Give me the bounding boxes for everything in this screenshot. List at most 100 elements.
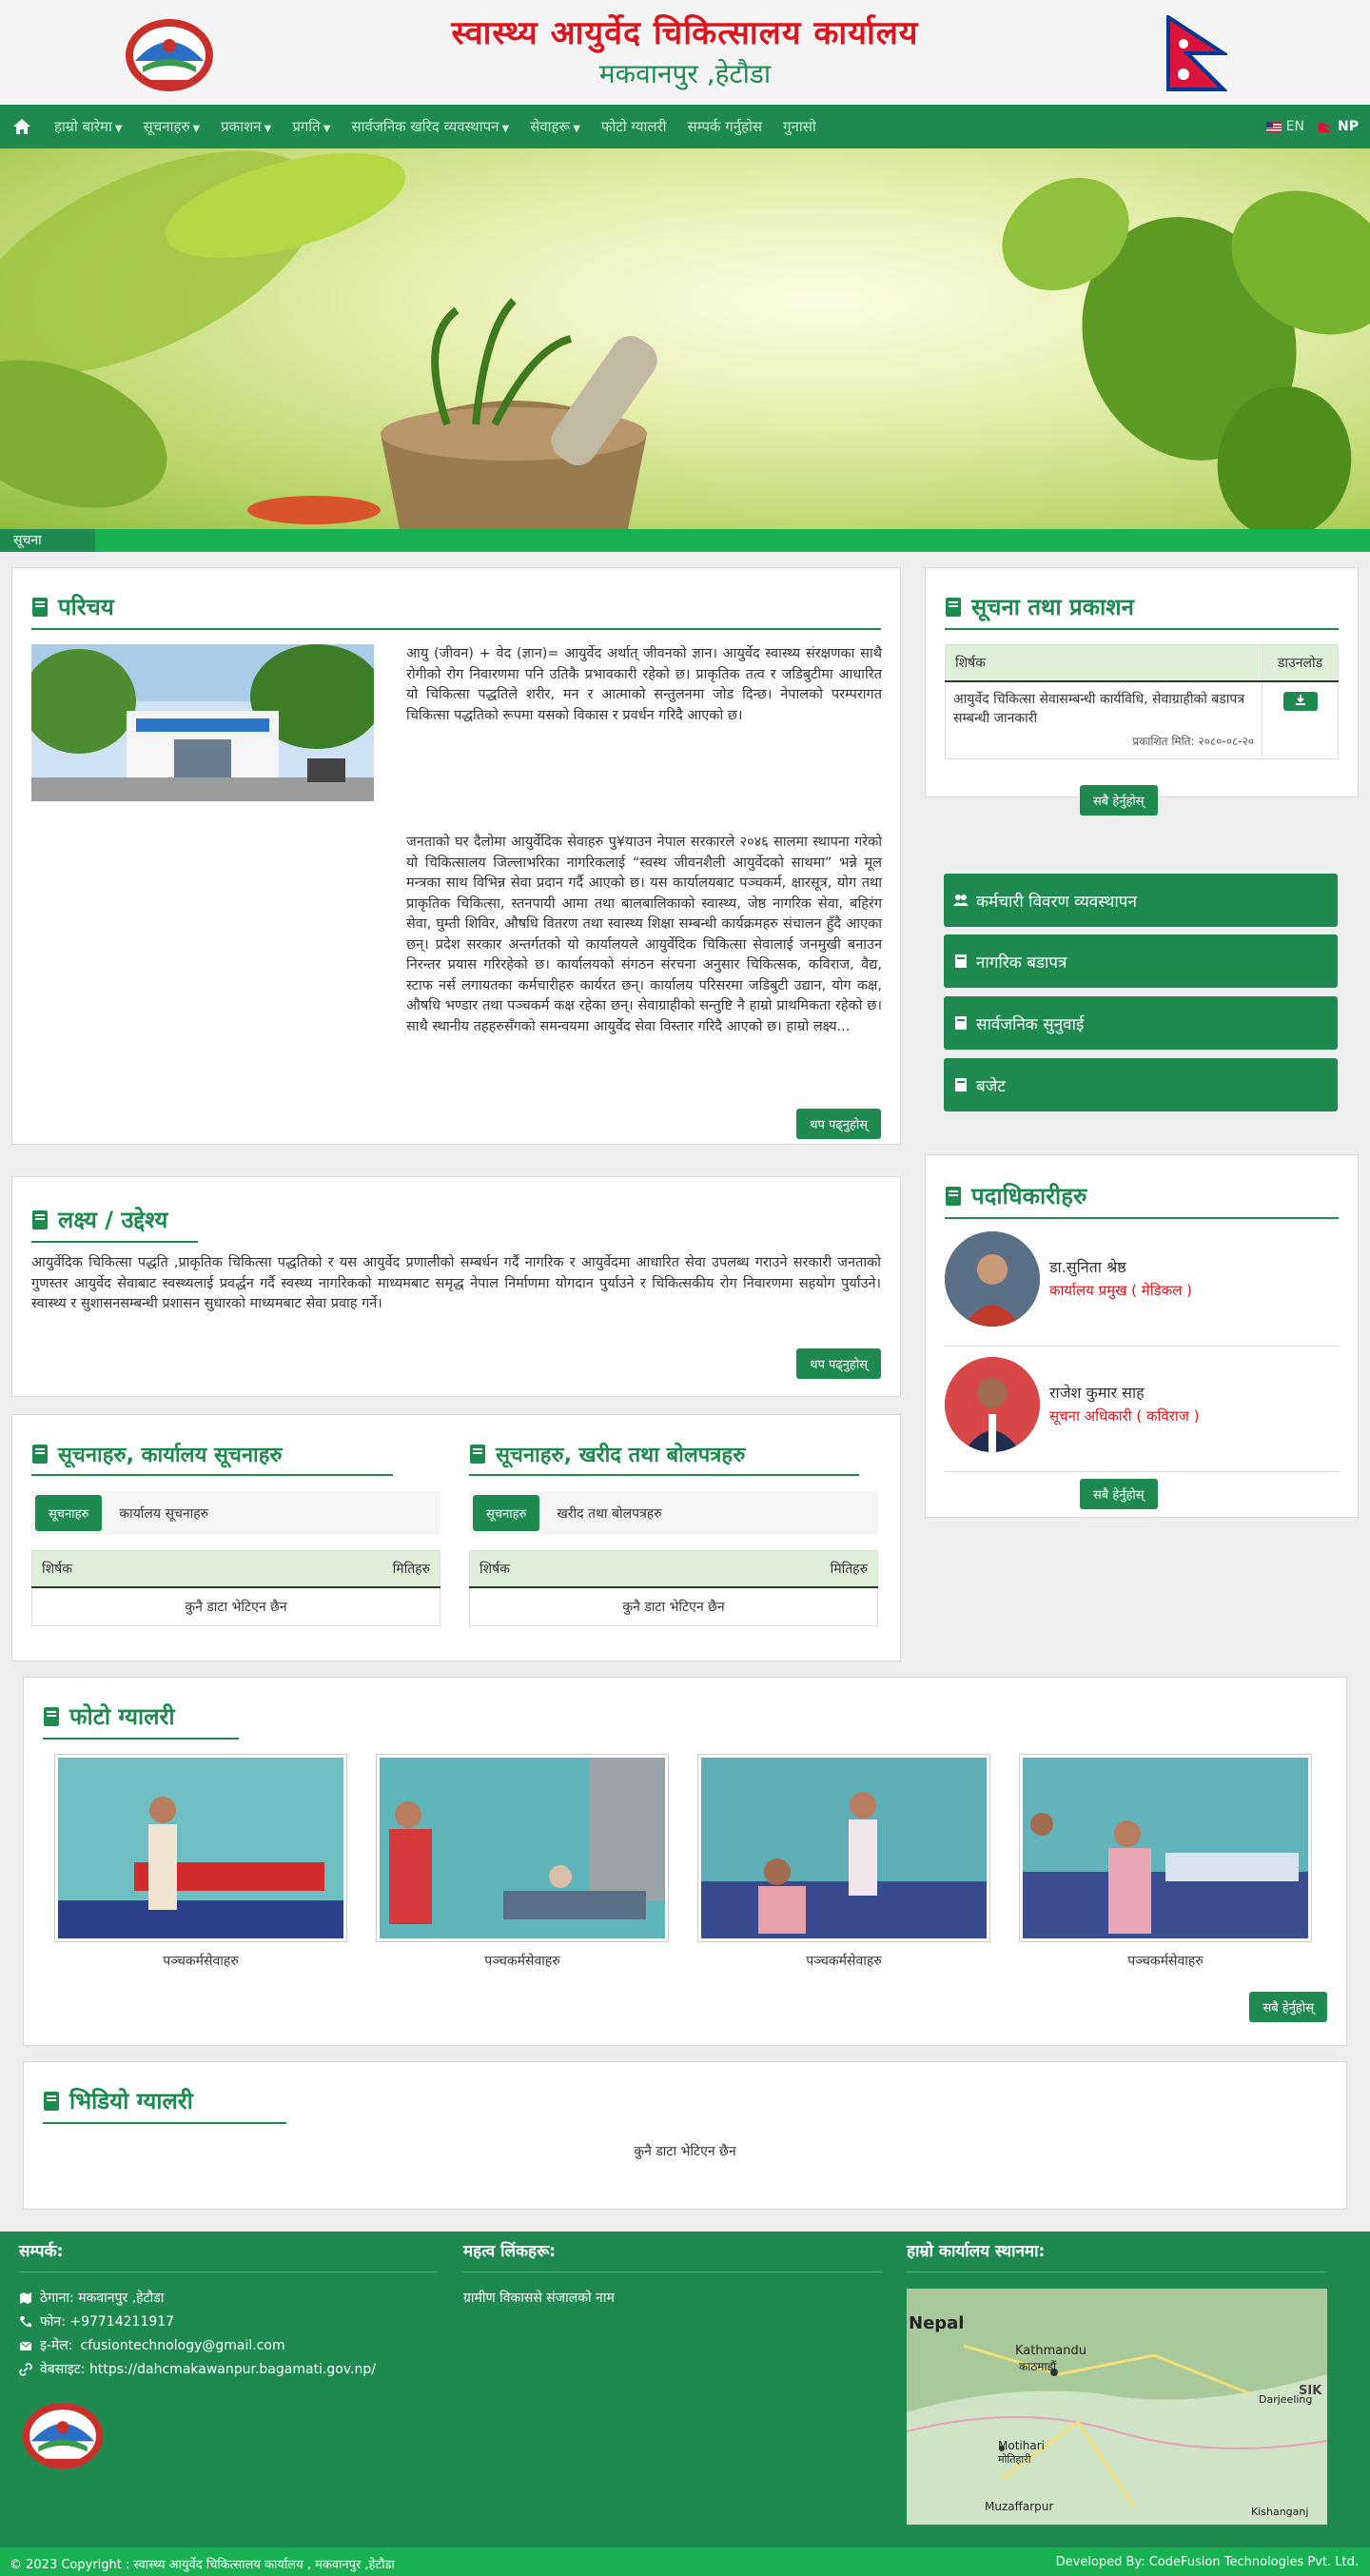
book-icon [946, 597, 961, 617]
developer-credit[interactable]: Developed By: CodeFusion Technologies Pv… [1056, 2555, 1359, 2569]
col-download: डाउनलोड [1262, 644, 1339, 682]
avatar [945, 1357, 1040, 1452]
footer-contact-title: सम्पर्क: [19, 2242, 64, 2261]
download-button[interactable] [1282, 692, 1318, 711]
quick-link-public-hearing[interactable]: सार्वजनिक सुनुवाई [944, 996, 1338, 1050]
gallery-view-all-button[interactable]: सबै हेर्नुहोस् [1249, 1992, 1327, 2022]
footer-links-title: महत्व लिंकहरू: [463, 2242, 557, 2261]
map-label-country: Nepal [909, 2313, 965, 2333]
office-notices-title-text: सूचनाहरु, कार्यालय सूचनाहरु [58, 1444, 283, 1467]
about-title: परिचय [31, 591, 881, 630]
nav-item-photo-gallery[interactable]: फोटो ग्यालरी [591, 117, 677, 136]
users-icon [953, 895, 969, 906]
tab-office-notices[interactable]: कार्यालय सूचनाहरु [119, 1504, 208, 1523]
tab-notices-active[interactable]: सूचनाहरु [35, 1495, 103, 1531]
nav-label: सार्वजनिक खरिद व्यवस्थापन [351, 118, 499, 135]
book-icon [955, 1078, 967, 1091]
map-icon [20, 2291, 31, 2304]
publication-title[interactable]: आयुर्वेद चिकित्सा सेवासम्बन्धी कार्यविधि… [953, 690, 1254, 728]
site-footer: सम्पर्क: ठेगाना: मकवानपुर ,हेटौडा फोन: +… [0, 2232, 1370, 2547]
publications-table: शिर्षक डाउनलोड आयुर्वेद चिकित्सा सेवासम्ब… [945, 644, 1339, 759]
nav-item-procurement[interactable]: सार्वजनिक खरिद व्यवस्थापन ▼ [341, 117, 519, 136]
publications-title: सूचना तथा प्रकाशन [945, 591, 1339, 630]
quick-link-budget[interactable]: बजेट [944, 1058, 1338, 1111]
lang-np-button[interactable]: NP [1318, 119, 1359, 134]
map-label-muzaffarpur: Muzaffarpur [985, 2500, 1054, 2513]
officials-view-all-button[interactable]: सबै हेर्नुहोस् [1080, 1479, 1158, 1509]
footer-email-link[interactable]: cfusiontechnology@gmail.com [81, 2338, 285, 2353]
map-label-city-np: काठमाडौं [1019, 2360, 1057, 2373]
col-title: शिर्षक [945, 644, 1262, 682]
office-notices-panel: सूचनाहरु, कार्यालय सूचनाहरु सूचनाहरु कार… [31, 1440, 440, 1626]
footer-map-title: हाम्रो कार्यालय स्थानमा: [907, 2242, 1046, 2261]
gallery-photo[interactable] [697, 1754, 990, 1942]
about-read-more-button[interactable]: थप पढ्नुहोस् [796, 1109, 881, 1139]
gallery-photo[interactable] [1019, 1754, 1312, 1942]
office-location-map[interactable]: Nepal Kathmandu काठमाडौं Motihari मोतिहा… [907, 2289, 1327, 2525]
mission-card: लक्ष्य / उद्देश्य आयुर्वेदिक चिकित्सा पद… [11, 1176, 901, 1397]
quick-link-citizen-charter[interactable]: नागरिक बडापत्र [944, 934, 1338, 988]
divider [19, 2271, 438, 2272]
publications-view-all-button[interactable]: सबै हेर्नुहोस् [1080, 785, 1158, 816]
nav-item-services[interactable]: सेवाहरू ▼ [519, 117, 591, 136]
divider [463, 2271, 882, 2272]
footer-website-link[interactable]: वेबसाइट: https://dahcmakawanpur.bagamati… [40, 2360, 376, 2378]
tab-procurement[interactable]: खरीद तथा बोलपत्रहरु [557, 1504, 661, 1523]
footer-email: इ-मेल: cfusiontechnology@gmail.com [19, 2336, 285, 2354]
publications-card: सूचना तथा प्रकाशन शिर्षक डाउनलोड आयुर्वेद… [925, 567, 1359, 816]
publication-row[interactable]: आयुर्वेद चिकित्सा सेवासम्बन्धी कार्यविधि… [946, 681, 1262, 759]
language-switcher: EN NP [1265, 119, 1359, 134]
chevron-down-icon: ▼ [192, 124, 201, 134]
gallery-caption: पञ्चकर्मसेवाहरु [163, 1954, 239, 1969]
quick-link-label: बजेट [976, 1076, 1006, 1096]
nav-item-publications[interactable]: प्रकाशन ▼ [210, 117, 282, 136]
news-ticker: सूचना [0, 529, 1370, 552]
col-date: मितिहरु [659, 1550, 878, 1588]
footer-phone-text[interactable]: फोन: +97714211917 [40, 2312, 174, 2330]
procurement-notices-tabs: सूचनाहरु खरीद तथा बोलपत्रहरु [469, 1491, 878, 1535]
quick-link-staff[interactable]: कर्मचारी विवरण व्यवस्थापन [944, 874, 1338, 927]
quick-link-label: सार्वजनिक सुनुवाई [976, 1014, 1085, 1034]
main-content: परिचय आयु (जीवन) + वेद (ज्ञान)= आयुर्वेद… [0, 552, 1370, 2232]
official-photo-2 [945, 1357, 1040, 1452]
nav-item-about[interactable]: हाम्रो बारेमा ▼ [44, 117, 133, 136]
video-gallery-title-text: भिडियो ग्यालरी [69, 2088, 193, 2114]
gallery-photo[interactable] [376, 1754, 669, 1942]
footer-link-1[interactable]: ग्रामीण विकाससे संजालको नाम [463, 2289, 615, 2307]
map-label-sik: SIK [1299, 2384, 1322, 2398]
map-label-motihari-np: मोतिहारी [998, 2453, 1031, 2466]
gallery-title: फोटो ग्यालरी [43, 1701, 239, 1740]
hero-banner [0, 148, 1370, 529]
nav-item-grievance[interactable]: गुनासो [773, 117, 827, 136]
panchakarma-photo [701, 1758, 987, 1938]
footer-website: वेबसाइट: https://dahcmakawanpur.bagamati… [19, 2360, 376, 2378]
panchakarma-photo [58, 1758, 343, 1938]
video-gallery-card: भिडियो ग्यालरी कुनै डाटा भेटिएन छैन [23, 2061, 1347, 2210]
quick-link-label: नागरिक बडापत्र [976, 953, 1067, 973]
procurement-notices-title-text: सूचनाहरु, खरीद तथा बोलपत्रहरु [496, 1444, 746, 1467]
book-icon [955, 954, 967, 968]
home-icon[interactable] [11, 116, 32, 137]
footer-emblem-logo [22, 2402, 104, 2469]
nav-item-notices[interactable]: सूचनाहरु ▼ [133, 117, 211, 136]
lang-en-button[interactable]: EN [1265, 119, 1305, 134]
nav-menu: हाम्रो बारेमा ▼ सूचनाहरु ▼ प्रकाशन ▼ प्रगति… [44, 117, 827, 136]
chevron-down-icon: ▼ [501, 124, 510, 134]
nav-item-progress[interactable]: प्रगति ▼ [282, 117, 341, 136]
chevron-down-icon: ▼ [323, 124, 331, 134]
mission-title-text: लक्ष्य / उद्देश्य [58, 1207, 168, 1233]
gallery-photo[interactable] [54, 1754, 347, 1942]
mission-read-more-button[interactable]: थप पढ्नुहोस् [796, 1348, 881, 1379]
lang-en-label: EN [1285, 119, 1305, 134]
col-date: मितिहरु [222, 1550, 440, 1588]
nav-item-contact[interactable]: सम्पर्क गर्नुहोस [677, 117, 773, 136]
panchakarma-photo [1023, 1758, 1308, 1938]
envelope-icon [19, 2341, 32, 2350]
official-role: सूचना अधिकारी ( कविराज ) [1049, 1407, 1200, 1425]
nav-label: फोटो ग्यालरी [600, 118, 667, 135]
tab-notices-active[interactable]: सूचनाहरु [473, 1495, 540, 1531]
about-paragraph-2: जनताको घर दैलोमा आयुर्वेदिक सेवाहरु पु¥य… [406, 835, 882, 1034]
ticker-label: सूचना [0, 529, 95, 552]
nav-label: प्रकाशन [221, 118, 262, 135]
book-icon [955, 1016, 967, 1030]
